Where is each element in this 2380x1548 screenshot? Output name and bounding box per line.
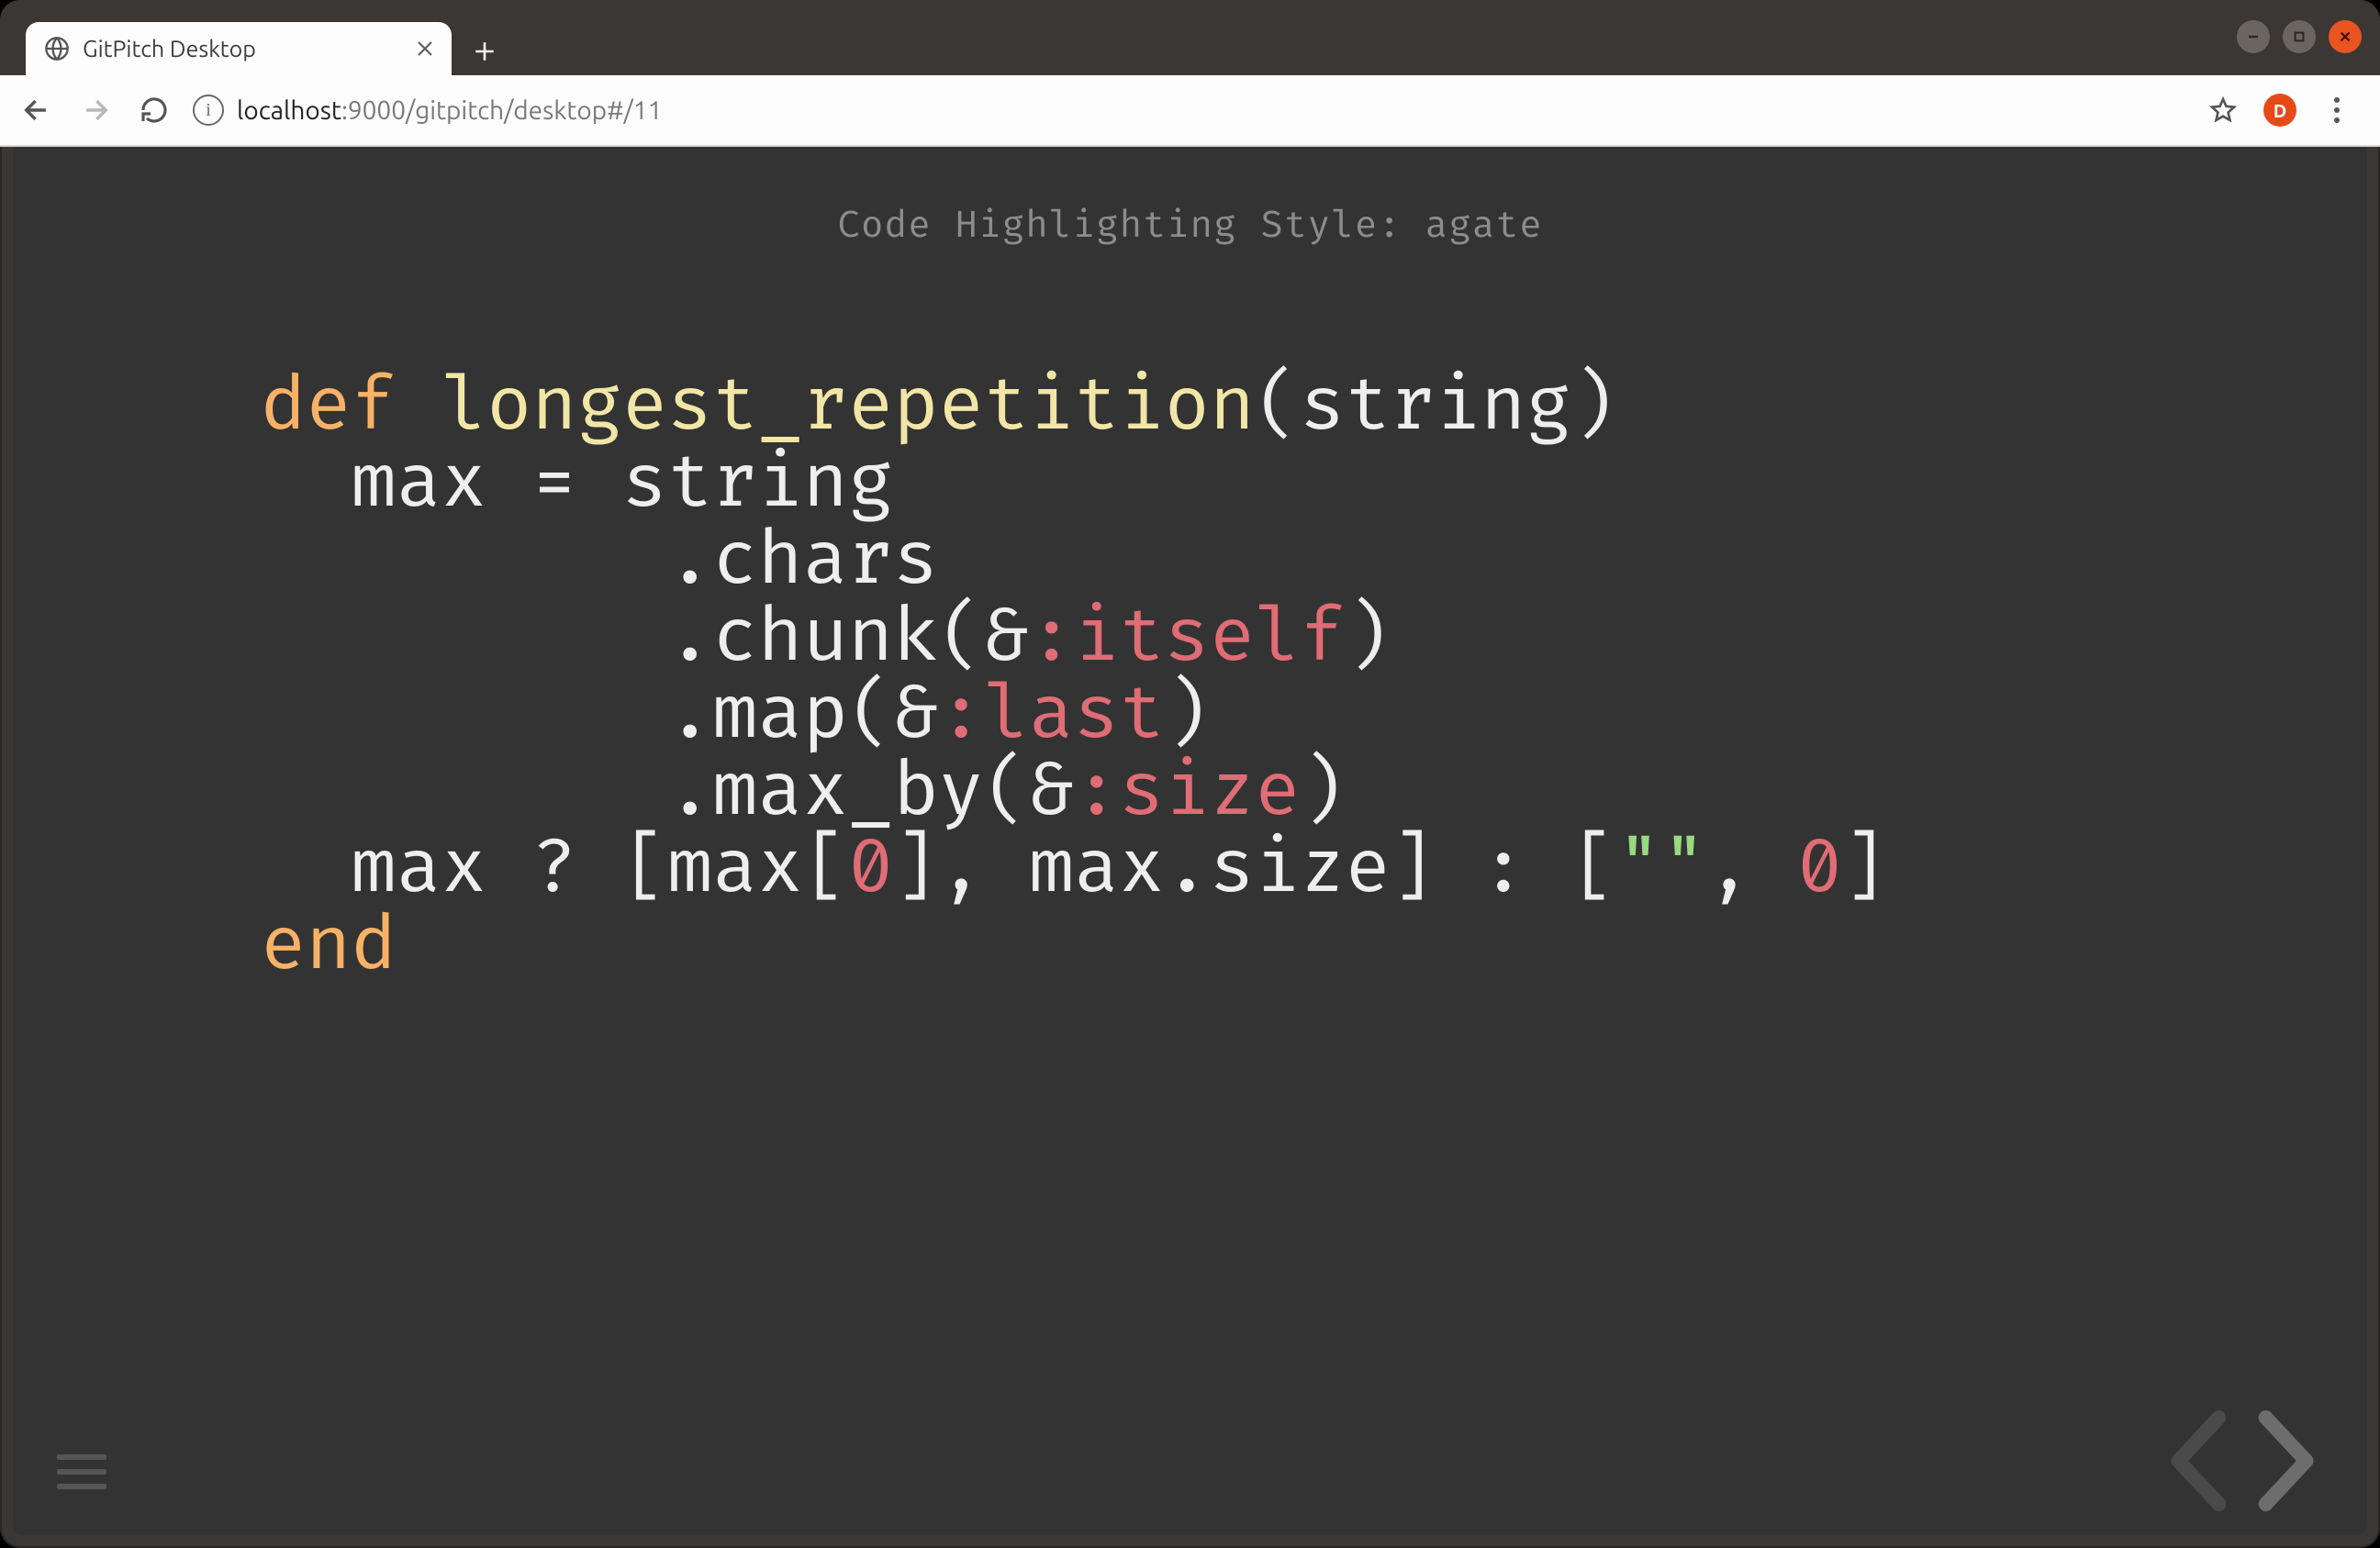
tab-strip: GitPitch Desktop xyxy=(0,0,2380,75)
address-bar: i localhost:9000/gitpitch/desktop#/11 D xyxy=(0,75,2380,147)
code-block: def longest_repetition(string) max = str… xyxy=(261,368,2367,985)
bookmark-star-button[interactable] xyxy=(2196,84,2250,137)
next-slide-button[interactable] xyxy=(2248,1410,2321,1511)
kebab-dot-icon xyxy=(2334,107,2340,113)
reload-button[interactable] xyxy=(127,83,182,138)
back-button[interactable] xyxy=(9,83,64,138)
browser-menu-button[interactable] xyxy=(2310,84,2363,137)
hamburger-bar-icon xyxy=(57,1469,106,1475)
new-tab-button[interactable] xyxy=(461,28,508,75)
window-maximize-button[interactable] xyxy=(2283,20,2316,53)
kebab-dot-icon xyxy=(2334,97,2340,103)
page-viewport: Code Highlighting Style: agate def longe… xyxy=(13,147,2367,1535)
slide-menu-button[interactable] xyxy=(57,1445,106,1498)
tab-close-button[interactable] xyxy=(411,35,439,62)
url-text: localhost:9000/gitpitch/desktop#/11 xyxy=(237,96,662,125)
browser-window: GitPitch Desktop xyxy=(0,0,2380,1548)
avatar-initial: D xyxy=(2263,94,2296,127)
globe-icon xyxy=(44,36,70,61)
browser-tab[interactable]: GitPitch Desktop xyxy=(26,22,452,75)
window-close-button[interactable] xyxy=(2329,20,2362,53)
site-info-icon[interactable]: i xyxy=(193,95,224,126)
kebab-dot-icon xyxy=(2334,117,2340,123)
hamburger-bar-icon xyxy=(57,1484,106,1489)
tab-title: GitPitch Desktop xyxy=(83,36,398,61)
window-controls xyxy=(2237,20,2362,53)
window-minimize-button[interactable] xyxy=(2237,20,2270,53)
slide-title: Code Highlighting Style: agate xyxy=(13,204,2367,249)
hamburger-bar-icon xyxy=(57,1454,106,1460)
forward-button[interactable] xyxy=(68,83,123,138)
prev-slide-button[interactable] xyxy=(2163,1410,2237,1511)
omnibox[interactable]: i localhost:9000/gitpitch/desktop#/11 xyxy=(185,95,2193,126)
slide-nav xyxy=(2163,1410,2321,1511)
profile-avatar[interactable]: D xyxy=(2253,84,2307,137)
